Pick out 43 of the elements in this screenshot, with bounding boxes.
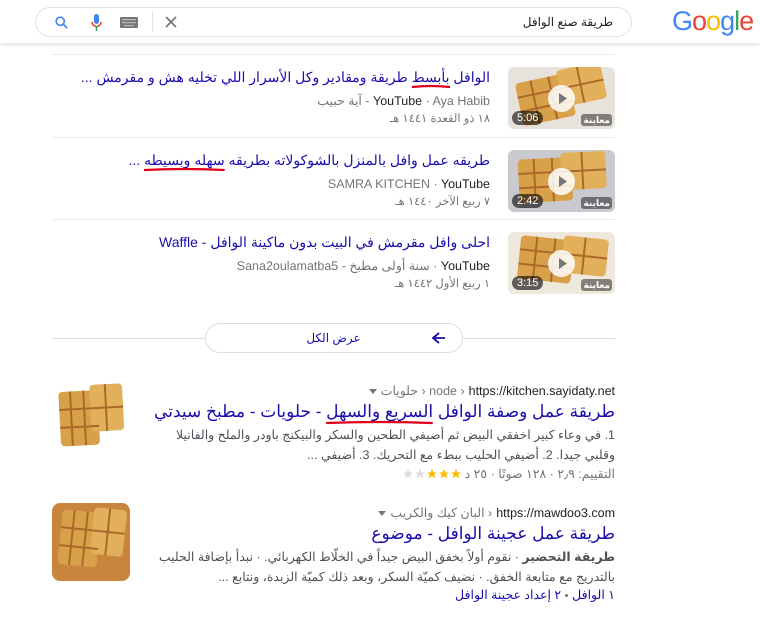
video-title-link[interactable]: الوافل بأبسط طريقة ومقادير وكل الأسرار اللي تخليه هش و مقرمش ... <box>80 67 490 87</box>
search-input[interactable]: طريقة صنع الوافل <box>185 13 613 31</box>
video-date: ١٨ ذو القعدة ١٤٤١ هـ <box>390 112 490 127</box>
keyboard-icon[interactable] <box>120 16 138 28</box>
breadcrumb: حلويات › node › <box>380 383 465 399</box>
arrow-left-icon <box>432 332 446 344</box>
result-url: https://mawdoo3.com <box>496 505 615 521</box>
video-source: SAMRA KITCHEN · YouTube <box>328 176 490 192</box>
result-url: https://kitchen.sayidaty.net <box>468 383 615 399</box>
star-icon <box>402 468 414 480</box>
star-icon <box>414 468 426 480</box>
result-title-link[interactable]: طريقة عمل وصفة الوافل السريع والسهل - حلويات - مطبخ سيدتي <box>154 401 615 423</box>
star-icon <box>450 468 462 480</box>
video-title-link[interactable]: طريقه عمل وافل بالمنزل بالشوكولاته بطريقه سهله وبسيطه ... <box>128 150 490 170</box>
google-logo[interactable]: Google <box>672 6 754 36</box>
rating-text: التقييم: ٢٫٩ · ١٢٨ صوتًا · ٢٥ د <box>464 466 615 483</box>
star-icon <box>426 468 438 480</box>
star-icon <box>438 468 450 480</box>
preview-label: معاينة <box>581 114 612 126</box>
video-date: ٧ ربيع الآخر ١٤٤٠ هـ <box>395 195 490 210</box>
close-icon[interactable] <box>165 16 177 28</box>
video-duration: 5:06 <box>512 111 544 125</box>
breadcrumb: البان كيك والكريب › <box>390 505 492 521</box>
video-date: ١ ربيع الأول ١٤٤٢ هـ <box>394 277 490 292</box>
view-all-button[interactable]: عرض الكل <box>204 323 462 353</box>
video-duration: 3:15 <box>512 276 544 290</box>
dropdown-icon[interactable] <box>368 388 377 394</box>
microphone-icon[interactable] <box>91 14 102 30</box>
video-title-link[interactable]: احلى وافل مقرمش في البيت بدون ماكينة الوافل - Waffle <box>159 232 490 252</box>
preview-label: معاينة <box>581 197 612 209</box>
play-icon[interactable] <box>548 250 575 277</box>
result-snippet: طريقة التحضير · نقوم أولاً بخفق البيض جيداً في الخلّاط الكهربائي. · نبدأ بإضافة الحليب بالتدريج مع متابعة الخفق. · نضيف كميّة السكر، وبعد ذلك كميّة الزبدة، ونتابع ... <box>146 547 615 587</box>
play-icon[interactable] <box>548 168 575 195</box>
video-duration: 2:42 <box>512 194 544 208</box>
search-icon[interactable] <box>54 14 69 30</box>
sitelink[interactable]: ١ الوافل <box>572 587 615 604</box>
result-title-link[interactable]: طريقة عمل عجينة الوافل - موضوع <box>371 523 615 545</box>
sitelink[interactable]: ٢ إعداد عجينة الوافل <box>455 587 562 604</box>
result-snippet: 1. في وعاء كبير اخفقي البيض ثم أضيفي الطحين والسكر والبيكنج باودر والملح والفانيلا وقلبي جيدا. 2. أضيفي الحليب ببطء مع التحريك. 3. أضيفي ... <box>175 426 615 464</box>
dropdown-icon[interactable] <box>378 510 386 516</box>
preview-label: معاينة <box>581 279 612 291</box>
search-field[interactable]: طريقة صنع الوافل <box>35 7 632 37</box>
play-icon[interactable] <box>548 85 575 112</box>
